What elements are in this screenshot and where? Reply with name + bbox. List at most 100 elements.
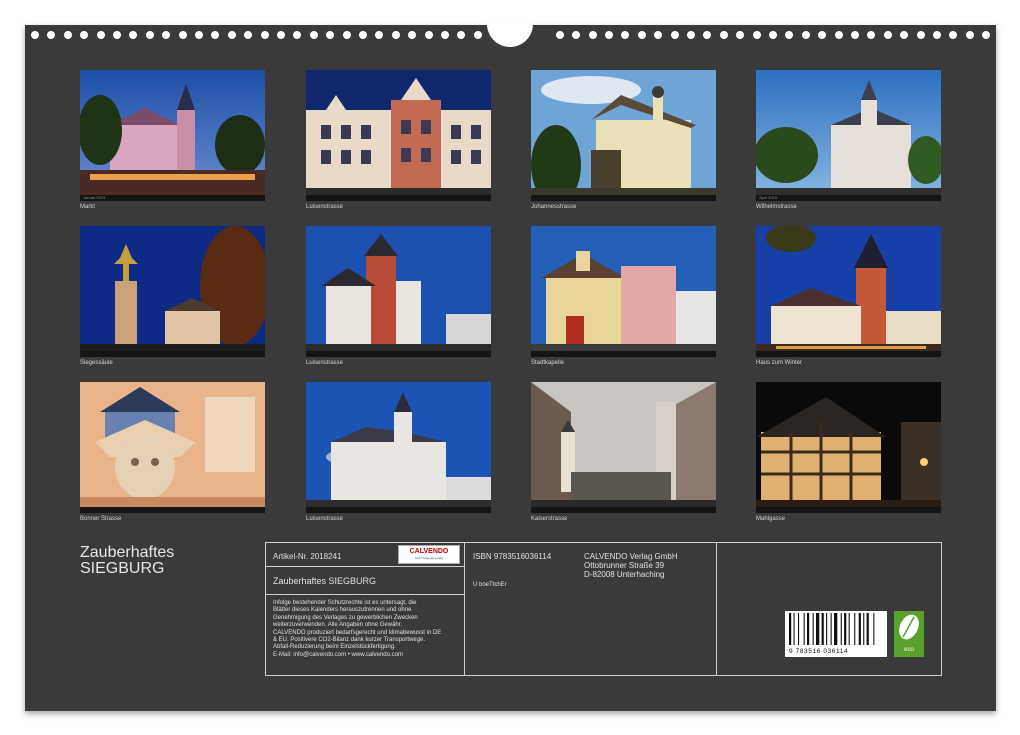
binding-hole (227, 31, 236, 39)
photo-strip (306, 195, 491, 201)
article-number: Artikel-Nr. 2018241 (273, 552, 342, 561)
photo-haus-zum-winter (756, 226, 941, 357)
binding-hole (391, 31, 400, 39)
barcode-bar (834, 613, 838, 645)
photo-luisenstrasse-1-image (306, 70, 491, 201)
binding-hole (851, 31, 859, 39)
caption-stadtkapelle: Stadtkapelle (531, 360, 565, 366)
info-divider-2 (716, 542, 717, 676)
barcode-bar (848, 613, 850, 645)
binding-hole (342, 31, 351, 39)
photo-strip (306, 507, 491, 513)
binding-hole (703, 31, 712, 39)
binding-hole (244, 31, 253, 39)
photo-strip: April 2019 (756, 195, 941, 201)
binding-hole (572, 31, 581, 39)
calvendo-logo: CALVENDO Mein Kalenderverlag (398, 545, 460, 564)
caption-siegessaeule: Siegessäule (80, 360, 113, 366)
barcode-bar (798, 613, 800, 645)
photo-strip (531, 507, 716, 513)
caption-luisenstrasse-1: Luisenstrasse (306, 204, 344, 210)
binding-hole (736, 31, 745, 39)
photo-wilhelmstrasse: April 2019 (756, 70, 941, 201)
barcode-bar (816, 613, 820, 645)
binding-hole (982, 31, 991, 39)
binding-hole (80, 31, 89, 39)
barcode-bar (793, 613, 795, 645)
title-line-1: Zauberhaftes (80, 544, 175, 561)
legal-line: & EU. Positivere CO2-Bilanz dank kurzer … (273, 637, 426, 644)
caption-markt: Markt (80, 204, 95, 210)
barcode-bar (844, 613, 847, 645)
barcode-number: 9 783516 036114 (789, 648, 849, 655)
caption-luisenstrasse-3: Luisenstrasse (306, 516, 344, 522)
barcode-bar (863, 613, 865, 645)
barcode-bar (803, 613, 805, 645)
photo-johannesstrasse-image (531, 70, 716, 201)
publisher-address: CALVENDO Verlag GmbH Ottobrunner Straße … (584, 552, 678, 579)
photo-strip (531, 351, 716, 357)
eco-label: eco (904, 647, 914, 653)
binding-hole (933, 31, 941, 39)
binding-hole (47, 31, 56, 39)
photo-strip (80, 351, 265, 357)
binding-hole (473, 31, 482, 39)
legal-text: Infolge bestehender Schutzrechte ist es … (273, 600, 441, 659)
binding-hole (211, 31, 220, 39)
photo-strip-text: Januar 2019 (83, 195, 106, 200)
product-title: Zauberhaftes SIEGBURG (273, 576, 377, 586)
photo-strip-text: April 2019 (759, 195, 778, 200)
photo-kaiserstrasse-image (531, 382, 716, 513)
barcode-bar (826, 613, 828, 645)
legal-line: Infolge bestehender Schutzrechte ist es … (273, 600, 417, 606)
binding-hole (654, 31, 663, 39)
barcode-bar (873, 613, 875, 645)
photo-markt: Januar 2019 (80, 70, 265, 201)
photo-stadtkapelle-image (531, 226, 716, 357)
binding-hole (605, 31, 613, 39)
photo-strip (80, 507, 265, 513)
info-divider-1 (464, 542, 465, 676)
barcode-bar (821, 613, 824, 645)
publisher-line: D-82008 Unterhaching (584, 570, 665, 579)
photo-strip: Januar 2019 (80, 195, 265, 201)
binding-hole (769, 31, 777, 39)
binding-hole (31, 31, 39, 39)
binding-hole (687, 31, 695, 39)
binding-hole (326, 31, 335, 39)
binding-hole (359, 31, 367, 39)
caption-kaiserstrasse: Kaiserstrasse (531, 516, 568, 522)
barcode-bar (866, 613, 869, 645)
binding-hole (457, 31, 466, 39)
binding-hole (260, 31, 269, 39)
binding-hole (801, 31, 810, 39)
leaf-icon (899, 614, 919, 640)
photo-bonner-strasse-image (80, 382, 265, 513)
binding-hole (670, 31, 679, 39)
barcode-bar (854, 613, 856, 645)
logo-subtext: Mein Kalenderverlag (415, 556, 443, 560)
photo-luisenstrasse-3-image (306, 382, 491, 513)
binding-hole (555, 31, 564, 39)
photo-johannesstrasse (531, 70, 716, 201)
binding-hole (277, 31, 285, 39)
eco-badge: eco (894, 611, 924, 657)
calendar-title: Zauberhaftes SIEGBURG (80, 545, 174, 577)
photo-luisenstrasse-2 (306, 226, 491, 357)
binding-hole (785, 31, 794, 39)
photo-luisenstrasse-1 (306, 70, 491, 201)
binding-hole (752, 31, 761, 39)
photo-strip (756, 351, 941, 357)
binding-hole (309, 31, 318, 39)
info-hline-2 (265, 594, 465, 595)
barcode-bars (789, 613, 875, 645)
legal-line: Genehmigung des Verlages zu gewerblichen… (273, 614, 418, 621)
binding-hole (867, 31, 876, 39)
photo-strip (756, 507, 941, 513)
photo-markt-image (80, 70, 265, 201)
barcode-bar (840, 613, 842, 645)
photo-mahlgasse-image (756, 382, 941, 513)
barcode-bar (858, 613, 861, 645)
caption-mahlgasse: Mahlgasse (756, 516, 786, 522)
photo-strip (531, 195, 716, 201)
